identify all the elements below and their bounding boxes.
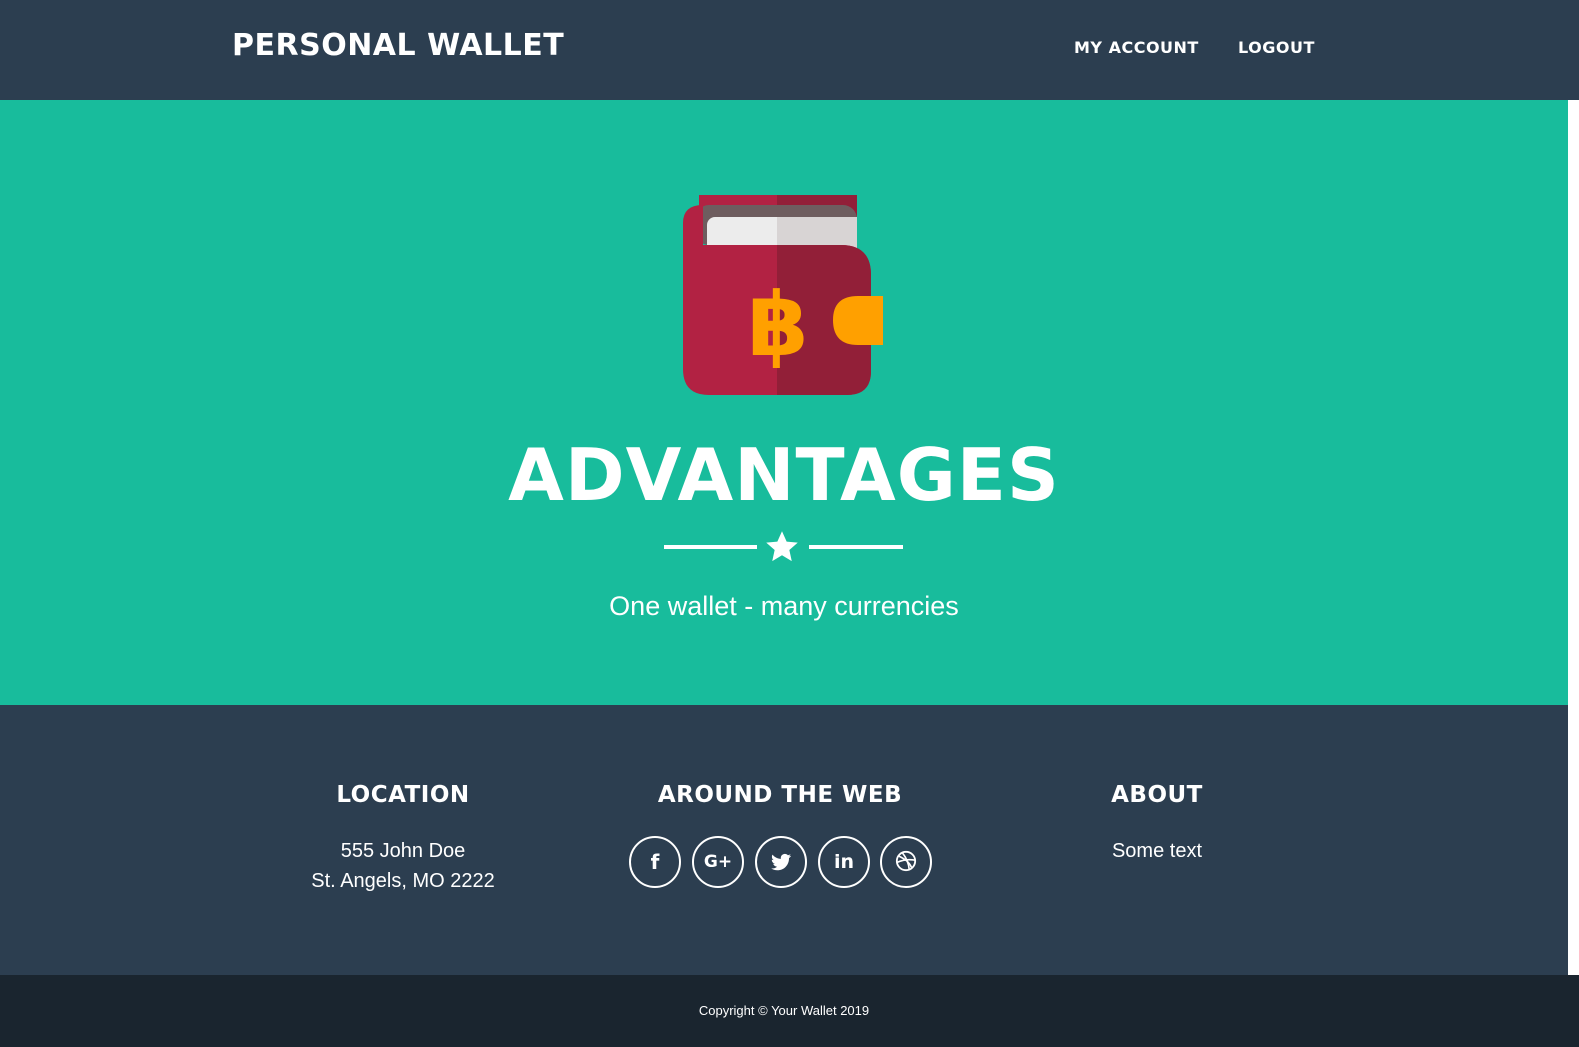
about-text: Some text — [1111, 840, 1203, 862]
divider-line-right — [809, 545, 903, 549]
dribbble-icon[interactable] — [880, 836, 932, 888]
nav-link-my-account[interactable]: MY ACCOUNT — [1074, 38, 1199, 57]
hero-subtitle: One wallet - many currencies — [609, 591, 959, 621]
bitcoin-wallet-icon: ฿ — [683, 195, 883, 395]
location-title: LOCATION — [336, 782, 470, 808]
linkedin-icon[interactable]: in — [818, 836, 870, 888]
location-line-1: 555 John Doe — [340, 840, 466, 862]
about-title: ABOUT — [1111, 782, 1203, 808]
divider-line-left — [664, 545, 757, 549]
google-plus-icon[interactable]: G+ — [692, 836, 744, 888]
hero-title: ADVANTAGES — [508, 433, 1060, 517]
page-edge — [1568, 705, 1579, 957]
navbar: PERSONAL WALLET MY ACCOUNT LOGOUT — [0, 0, 1579, 100]
around-the-web-title: AROUND THE WEB — [657, 782, 903, 808]
nav-link-logout[interactable]: LOGOUT — [1238, 38, 1315, 57]
location-line-2: St. Angels, MO 2222 — [311, 870, 495, 892]
brand-title[interactable]: PERSONAL WALLET — [232, 28, 564, 63]
svg-text:฿: ฿ — [747, 273, 808, 376]
facebook-icon[interactable]: f — [629, 836, 681, 888]
star-icon — [766, 531, 798, 562]
twitter-icon[interactable] — [755, 836, 807, 888]
copyright-text: Copyright © Your Wallet 2019 — [698, 1003, 870, 1018]
